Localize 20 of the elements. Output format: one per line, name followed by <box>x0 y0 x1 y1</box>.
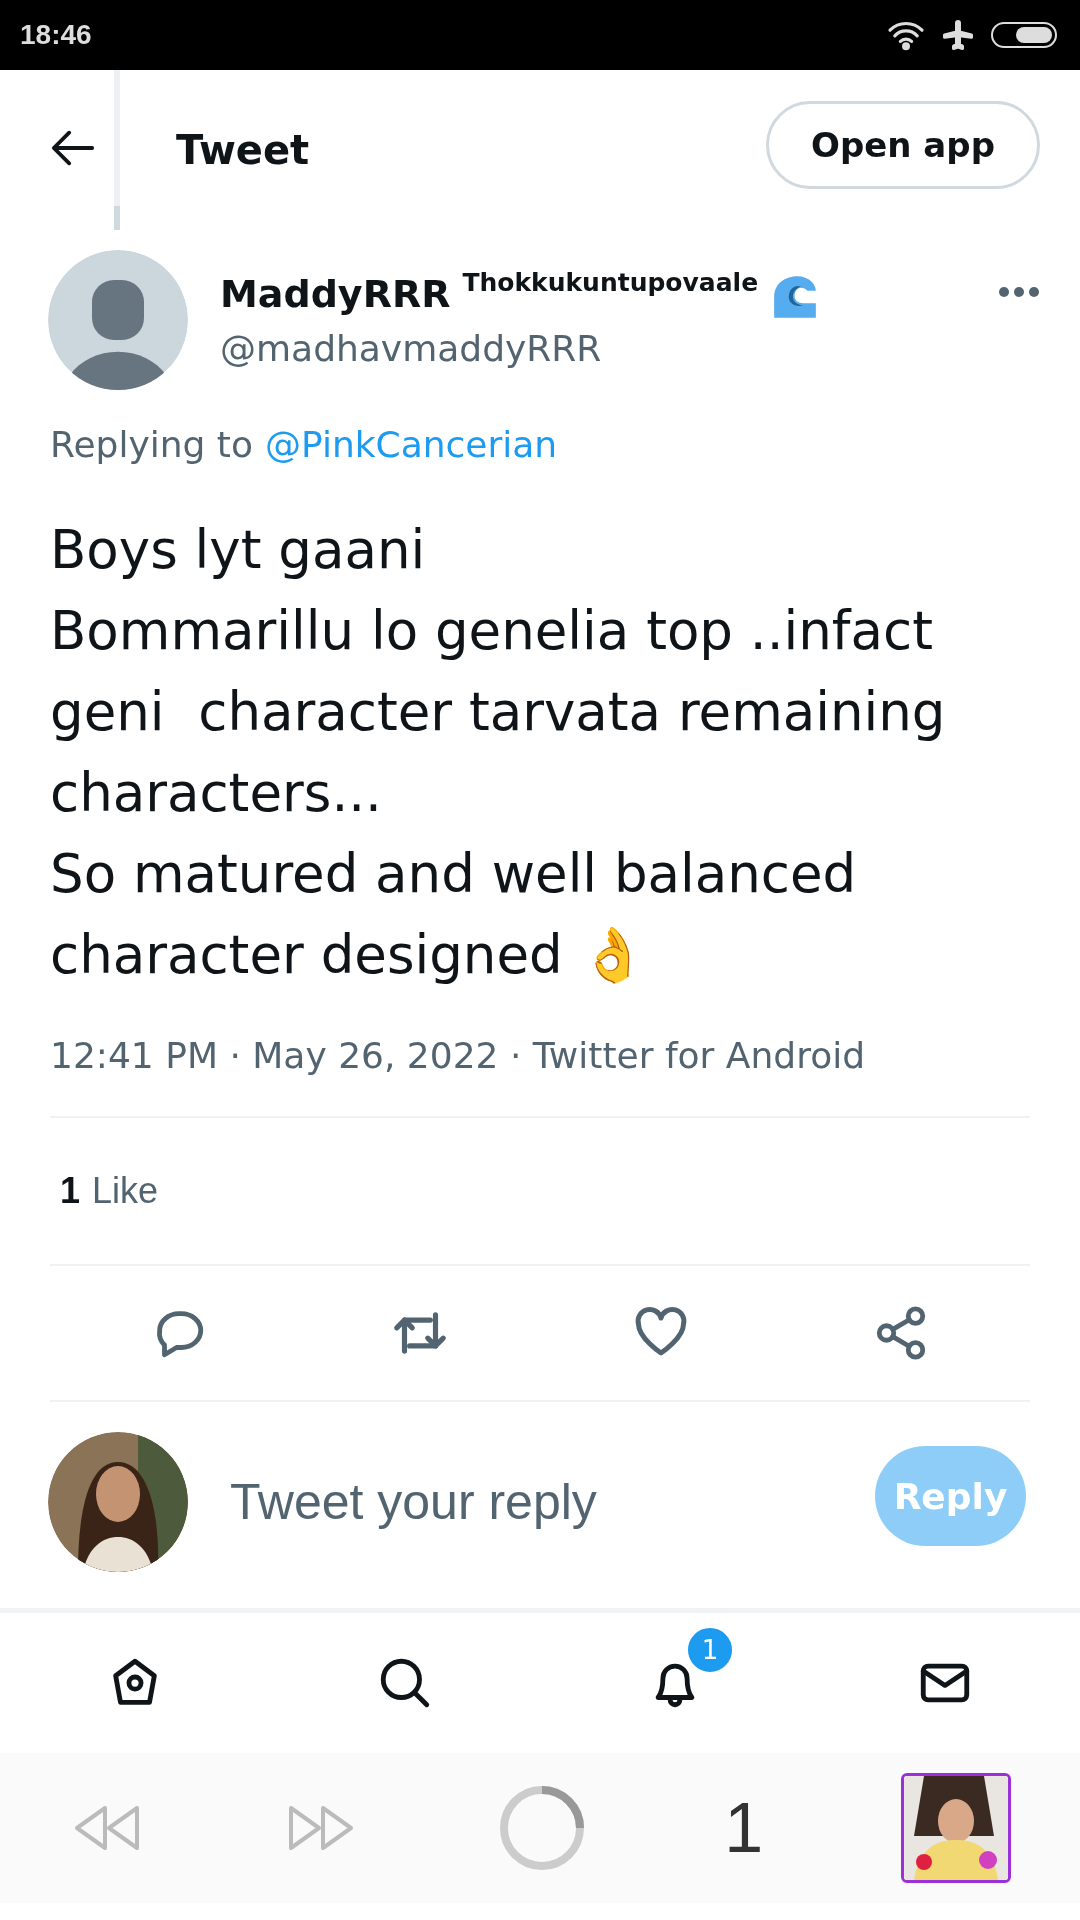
page-title: Tweet <box>176 127 311 173</box>
author-name-suffix: Thokkukuntupovaale <box>462 267 759 297</box>
status-time: 18:46 <box>20 19 92 51</box>
battery-icon <box>990 20 1060 50</box>
notification-badge: 1 <box>686 1626 734 1674</box>
avatar-icon[interactable] <box>48 250 188 390</box>
like-count: 1 <box>60 1170 81 1212</box>
back-arrow-icon[interactable] <box>50 128 96 168</box>
wifi-icon <box>886 19 926 51</box>
author-handle: @madhavmaddyRRR <box>220 327 603 369</box>
tweet-text: Boys lyt gaani Bommarillu lo genelia top ..infact geni character tarvata remaining characters... So matured and well balanced character designed 👌 <box>49 518 947 987</box>
tweet-timestamp: 12:41 PM · May 26, 2022 · Twitter for Android <box>49 1034 867 1076</box>
replying-to-label: Replying to <box>50 424 253 465</box>
reply-input[interactable]: Tweet your reply <box>228 1461 875 1543</box>
airplane-icon <box>940 17 976 53</box>
open-app-button[interactable]: Open app <box>766 101 1040 189</box>
more-options-icon[interactable] <box>998 286 1040 298</box>
tab-count[interactable]: 1 <box>724 1788 764 1868</box>
author-name[interactable]: MaddyRRR <box>220 271 451 316</box>
like-label: Like <box>92 1170 159 1212</box>
